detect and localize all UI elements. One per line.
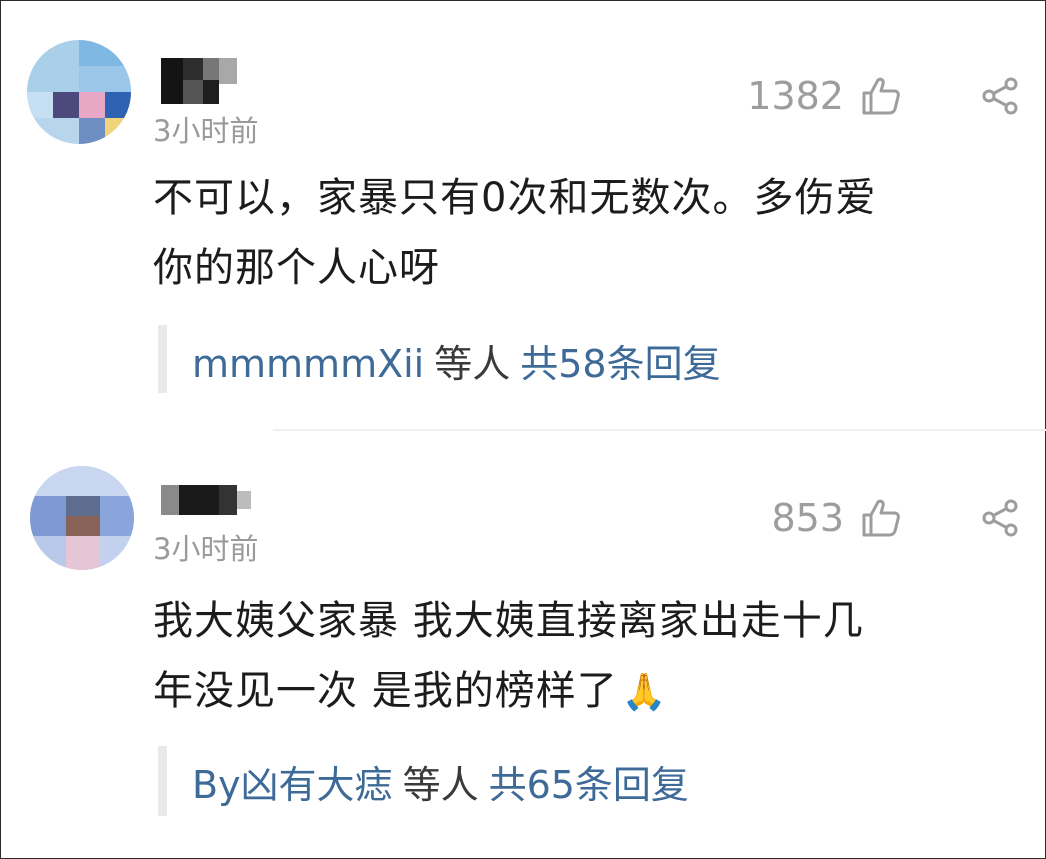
reply-summary[interactable]: By凶有大痣 等人 共65条回复 [158, 746, 858, 816]
reply-text[interactable]: mmmmmXii 等人 共58条回复 [192, 333, 721, 388]
avatar[interactable] [27, 40, 131, 144]
share-icon[interactable] [980, 498, 1020, 538]
reply-count-link[interactable]: 共58条回复 [520, 342, 720, 386]
reply-etc: 等人 [402, 763, 479, 807]
pray-emoji-icon: 🙏 [621, 672, 668, 713]
comment-content: 不可以，家暴只有0次和无数次。多伤爱 你的那个人心呀 [153, 163, 1013, 303]
reply-count-link[interactable]: 共65条回复 [489, 763, 689, 807]
reply-username[interactable]: By凶有大痣 [192, 763, 393, 807]
reply-bar [158, 746, 167, 816]
comment-line: 年没见一次 是我的榜样了 🙏 [153, 656, 1013, 728]
comment-line: 你的那个人心呀 [153, 245, 440, 291]
reply-bar [158, 325, 167, 393]
avatar[interactable] [30, 466, 134, 570]
comment-time: 3小时前 [153, 532, 259, 566]
username-blurred[interactable] [161, 58, 237, 104]
reply-text[interactable]: By凶有大痣 等人 共65条回复 [192, 754, 689, 809]
divider [273, 429, 1046, 431]
comment-line: 我大姨父家暴 我大姨直接离家出走十几 [153, 598, 864, 644]
username-blurred[interactable] [161, 485, 251, 515]
comment-time: 3小时前 [153, 114, 259, 148]
comment-content: 我大姨父家暴 我大姨直接离家出走十几 年没见一次 是我的榜样了 🙏 [153, 586, 1013, 728]
like-count: 1382 [747, 74, 844, 118]
comment-line-text: 年没见一次 是我的榜样了 [153, 668, 618, 714]
reply-summary[interactable]: mmmmmXii 等人 共58条回复 [158, 325, 858, 393]
thumbs-up-icon[interactable] [860, 497, 902, 539]
reply-etc: 等人 [434, 342, 511, 386]
share-icon[interactable] [980, 76, 1020, 116]
comment-line: 不可以，家暴只有0次和无数次。多伤爱 [153, 175, 877, 221]
like-count: 853 [771, 496, 844, 540]
thumbs-up-icon[interactable] [860, 75, 902, 117]
reply-username[interactable]: mmmmmXii [192, 342, 424, 386]
